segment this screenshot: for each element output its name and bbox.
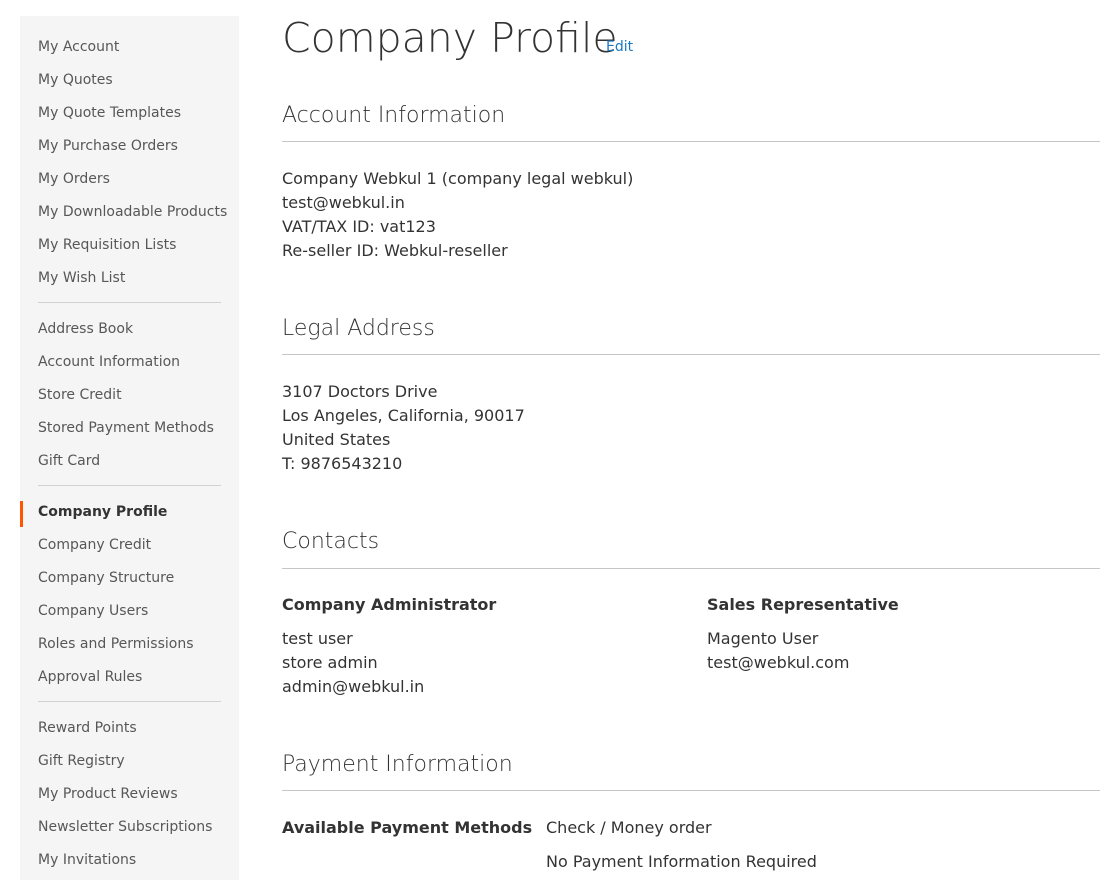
address-city-region-zip: Los Angeles, California, 90017 — [282, 406, 525, 425]
section-title-payment-information: Payment Information — [282, 752, 513, 777]
section-divider — [282, 354, 1100, 355]
company-name: Company Webkul 1 (company legal webkul) — [282, 169, 634, 188]
sidebar-item-company-structure[interactable]: Company Structure — [38, 569, 174, 587]
sidebar-item-store-credit[interactable]: Store Credit — [38, 386, 122, 404]
reseller-id: Re-seller ID: Webkul-reseller — [282, 241, 508, 260]
sidebar-item-company-credit[interactable]: Company Credit — [38, 536, 151, 554]
sidebar-item-approval-rules[interactable]: Approval Rules — [38, 668, 142, 686]
vat-tax-id: VAT/TAX ID: vat123 — [282, 217, 436, 236]
sidebar-item-roles-and-permissions[interactable]: Roles and Permissions — [38, 635, 194, 653]
admin-job-title: test user — [282, 629, 353, 648]
sidebar-item-company-users[interactable]: Company Users — [38, 602, 148, 620]
page-title: Company Profile — [282, 14, 618, 62]
address-street: 3107 Doctors Drive — [282, 382, 438, 401]
sidebar-item-company-profile: Company Profile — [38, 504, 168, 520]
available-payment-methods-label: Available Payment Methods — [282, 818, 533, 837]
sidebar-item-my-product-reviews[interactable]: My Product Reviews — [38, 785, 178, 803]
sidebar-item-stored-payment-methods[interactable]: Stored Payment Methods — [38, 419, 214, 437]
sidebar-item-reward-points[interactable]: Reward Points — [38, 719, 137, 737]
section-divider — [282, 568, 1100, 569]
sidebar-item-gift-registry[interactable]: Gift Registry — [38, 752, 125, 770]
section-title-legal-address: Legal Address — [282, 316, 435, 341]
sidebar-item-my-requisition-lists[interactable]: My Requisition Lists — [38, 236, 176, 254]
sidebar-divider — [38, 485, 221, 486]
sidebar-item-my-downloadable-products[interactable]: My Downloadable Products — [38, 203, 227, 221]
sidebar-item-my-orders[interactable]: My Orders — [38, 170, 110, 188]
sidebar-item-my-purchase-orders[interactable]: My Purchase Orders — [38, 137, 178, 155]
sidebar-item-account-information[interactable]: Account Information — [38, 353, 180, 371]
address-country: United States — [282, 430, 391, 449]
section-title-account-information: Account Information — [282, 103, 506, 128]
sidebar-divider — [38, 701, 221, 702]
section-title-contacts: Contacts — [282, 529, 380, 554]
company-email: test@webkul.in — [282, 193, 405, 212]
address-telephone: T: 9876543210 — [282, 454, 403, 473]
edit-link[interactable]: Edit — [606, 39, 633, 55]
payment-method-item: Check / Money order — [546, 818, 712, 837]
current-item-indicator — [20, 501, 23, 527]
sidebar-item-address-book[interactable]: Address Book — [38, 320, 133, 338]
sidebar-item-my-invitations[interactable]: My Invitations — [38, 851, 136, 869]
sidebar-item-my-quote-templates[interactable]: My Quote Templates — [38, 104, 181, 122]
section-divider — [282, 141, 1100, 142]
sales-representative-heading: Sales Representative — [707, 595, 899, 614]
sidebar-divider — [38, 302, 221, 303]
account-sidebar-nav: My Account My Quotes My Quote Templates … — [20, 16, 239, 880]
admin-email: admin@webkul.in — [282, 677, 425, 696]
sidebar-item-my-account[interactable]: My Account — [38, 38, 119, 56]
company-administrator-heading: Company Administrator — [282, 595, 497, 614]
sidebar-item-gift-card[interactable]: Gift Card — [38, 452, 100, 470]
sales-rep-name: Magento User — [707, 629, 819, 648]
payment-method-item: No Payment Information Required — [546, 852, 817, 871]
sidebar-item-my-wish-list[interactable]: My Wish List — [38, 269, 125, 287]
admin-name: store admin — [282, 653, 378, 672]
sales-rep-email: test@webkul.com — [707, 653, 850, 672]
section-divider — [282, 790, 1100, 791]
sidebar-item-newsletter-subscriptions[interactable]: Newsletter Subscriptions — [38, 818, 212, 836]
sidebar-item-my-quotes[interactable]: My Quotes — [38, 71, 113, 89]
